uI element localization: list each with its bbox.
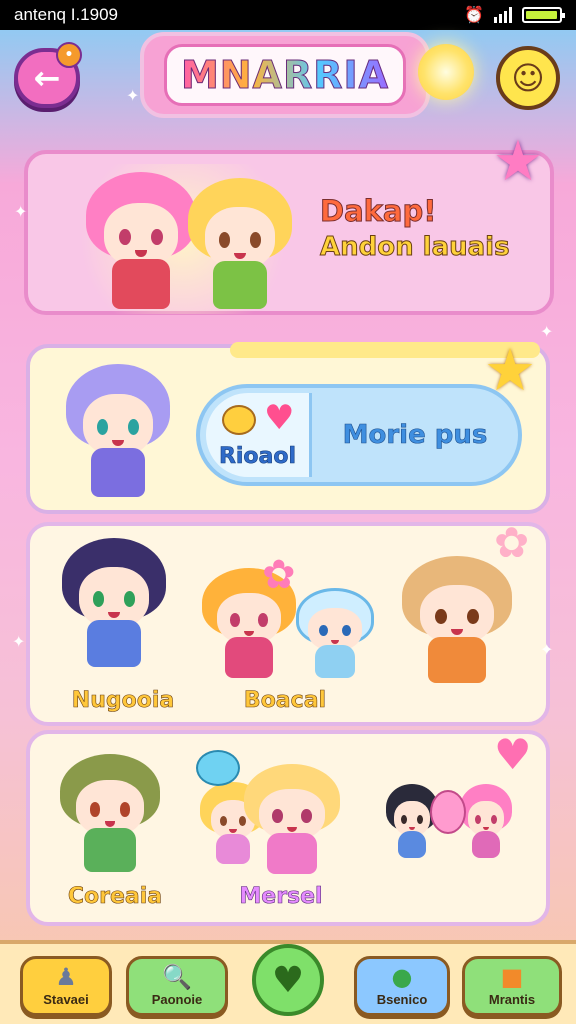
pink-hair-small-character[interactable] <box>460 784 512 860</box>
green-hair-boy-character[interactable] <box>60 754 160 874</box>
combo-item-button[interactable]: ♥ Rioaol <box>206 393 312 477</box>
battery-icon <box>522 7 565 23</box>
lavender-hair-girl-character <box>66 364 170 500</box>
grid-label-4: Mersel <box>239 884 323 910</box>
status-icons: ⏰ <box>464 5 565 25</box>
grid-label-3: Coreaia <box>67 884 163 910</box>
more-plus-button[interactable]: Morie pus <box>312 420 518 451</box>
tab-bsenico[interactable]: ● Bsenico <box>354 956 450 1016</box>
blue-balloon-icon <box>196 750 240 786</box>
pink-flower-icon: ✿ <box>262 552 296 598</box>
hero-title: Dakap! <box>319 194 437 229</box>
sparkle-icon: ✦ <box>126 86 140 105</box>
tab-stavaei[interactable]: ♟ Stavaei <box>20 956 112 1016</box>
grid-label-1: Nugooia <box>71 688 175 714</box>
title-plate: MNARRIA <box>140 32 430 118</box>
tab-mrantis[interactable]: ■ Mrantis <box>462 956 562 1016</box>
signal-icon <box>494 7 512 23</box>
dark-hair-small-character[interactable] <box>386 784 438 860</box>
tab-paonoie[interactable]: 🔍 Paonoie <box>126 956 228 1016</box>
orange-block-icon: ■ <box>500 963 524 991</box>
brown-hair-girl-character[interactable] <box>402 556 512 686</box>
grid-label-2: Boacal <box>243 688 327 714</box>
star-badge-icon[interactable]: ★ <box>488 132 548 192</box>
smiley-button[interactable]: ☺ <box>496 46 560 110</box>
alarm-icon: ⏰ <box>464 7 484 24</box>
heart-check-icon: ♥ <box>271 959 305 1001</box>
flower-face-icon: ✿ <box>494 518 530 567</box>
status-bar: antenq I.1909 ⏰ <box>0 0 576 30</box>
pink-hair-girl-character <box>86 172 196 312</box>
blonde-girl-character <box>188 178 292 312</box>
hero-subtitle: Andon lauais <box>320 232 511 263</box>
blue-hood-character[interactable] <box>296 588 374 680</box>
back-arrow-icon: ← <box>33 59 61 97</box>
sparkle-icon: ✦ <box>540 322 554 341</box>
back-button[interactable]: ← • <box>14 42 82 108</box>
sun-icon <box>418 44 474 100</box>
hero-banner[interactable]: Dakap! Andon lauais <box>24 150 554 315</box>
combo-pill[interactable]: ♥ Rioaol Morie pus <box>196 384 522 486</box>
sparkle-icon: ✦ <box>12 632 26 651</box>
page-title: MNARRIA <box>180 53 390 98</box>
smiley-icon: ☺ <box>511 59 545 97</box>
pink-balloon-icon <box>430 790 466 834</box>
sparkle-icon: ✦ <box>540 640 554 659</box>
carrier-text: antenq I.1909 <box>14 5 118 24</box>
sparkle-icon: ✦ <box>14 202 28 221</box>
tab-center-heart[interactable]: ♥ <box>252 944 324 1016</box>
heart-outline-icon: ♥ <box>494 730 532 779</box>
badge-face-icon: • <box>56 42 82 68</box>
chess-piece-icon: ♟ <box>55 963 77 991</box>
bear-icon <box>222 405 256 435</box>
combo-label: Rioaol <box>218 444 297 470</box>
blonde-pink-dress-girl-character[interactable] <box>244 764 340 876</box>
green-monster-icon: ● <box>391 963 413 991</box>
heart-icon: ♥ <box>264 398 295 438</box>
magnifier-icon: 🔍 <box>162 963 192 991</box>
dark-hair-catgirl-character[interactable] <box>62 538 166 670</box>
